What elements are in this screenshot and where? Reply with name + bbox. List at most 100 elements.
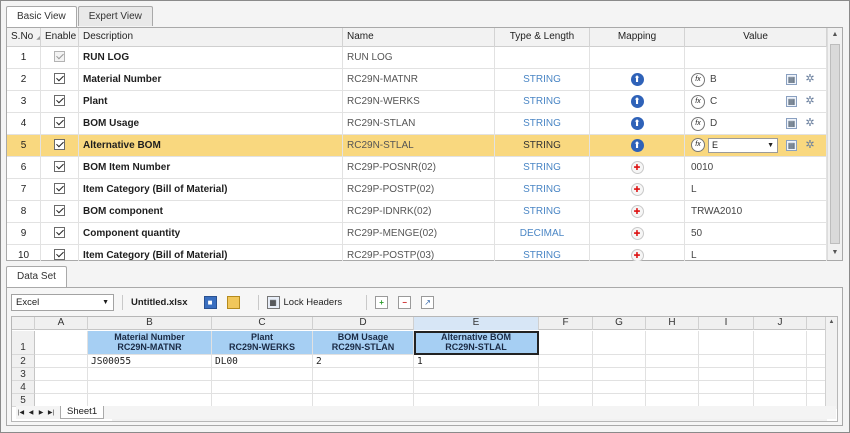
empty-cell[interactable]: [754, 368, 807, 381]
header-cell[interactable]: Material Number RC29N-MATNR: [88, 331, 212, 355]
column-header[interactable]: D: [313, 317, 414, 330]
row-value[interactable]: 50: [685, 223, 827, 244]
header-name[interactable]: Name: [343, 28, 495, 47]
prev-sheet-icon[interactable]: ◀: [26, 409, 36, 416]
empty-cell[interactable]: [754, 331, 807, 355]
formula-icon[interactable]: fx: [691, 94, 705, 109]
empty-cell[interactable]: [593, 381, 646, 394]
gear-icon[interactable]: ✲: [804, 139, 816, 151]
row-header[interactable]: 4: [12, 381, 35, 394]
sheet-tab[interactable]: Sheet1: [60, 406, 105, 419]
header-cell[interactable]: BOM Usage RC29N-STLAN: [313, 331, 414, 355]
empty-cell[interactable]: [35, 381, 88, 394]
pin-icon[interactable]: ✚: [630, 204, 644, 218]
table-row[interactable]: 2 Material Number RC29N-MATNR STRING ⬆ fx B ▦ ✲: [7, 69, 827, 91]
formula-icon[interactable]: fx: [691, 116, 705, 131]
empty-cell[interactable]: [539, 368, 593, 381]
enable-checkbox[interactable]: [54, 204, 65, 216]
formula-icon[interactable]: fx: [691, 72, 705, 87]
add-row-icon[interactable]: +: [375, 295, 389, 309]
row-value[interactable]: fx B ▦ ✲: [685, 69, 827, 90]
table-icon[interactable]: ▦: [786, 140, 797, 151]
gear-icon[interactable]: ✲: [804, 95, 816, 107]
empty-cell[interactable]: [593, 368, 646, 381]
empty-cell[interactable]: [593, 331, 646, 355]
row-header[interactable]: 1: [12, 331, 35, 355]
empty-cell[interactable]: [754, 355, 807, 368]
row-header[interactable]: 3: [12, 368, 35, 381]
up-arrow-icon[interactable]: ⬆: [630, 116, 644, 130]
column-header[interactable]: F: [539, 317, 593, 330]
row-value[interactable]: [685, 47, 827, 68]
empty-cell[interactable]: [313, 381, 414, 394]
column-header[interactable]: J: [754, 317, 807, 330]
save-icon[interactable]: ■: [203, 295, 217, 309]
empty-cell[interactable]: [646, 355, 699, 368]
empty-cell[interactable]: [35, 331, 88, 355]
enable-checkbox[interactable]: [54, 138, 65, 150]
source-type-select[interactable]: Excel ▼: [11, 293, 114, 311]
empty-cell[interactable]: [35, 368, 88, 381]
enable-checkbox[interactable]: [54, 94, 65, 106]
open-folder-icon[interactable]: [226, 295, 240, 309]
column-header[interactable]: I: [699, 317, 754, 330]
enable-checkbox[interactable]: [54, 226, 65, 238]
up-arrow-icon[interactable]: ⬆: [630, 138, 644, 152]
column-header[interactable]: G: [593, 317, 646, 330]
tab-basic-view[interactable]: Basic View: [6, 6, 77, 28]
column-header[interactable]: C: [212, 317, 313, 330]
row-value[interactable]: fx E ▼ ▦ ✲: [685, 135, 827, 156]
gear-icon[interactable]: ✲: [804, 117, 816, 129]
row-value[interactable]: fx C ▦ ✲: [685, 91, 827, 112]
table-row[interactable]: 6 BOM Item Number RC29P-POSNR(02) STRING ✚ 00…: [7, 157, 827, 179]
table-row[interactable]: 5 Alternative BOM RC29N-STLAL STRING ⬆ fx E ▼ ▦ ✲: [7, 135, 827, 157]
empty-cell[interactable]: [539, 381, 593, 394]
enable-checkbox[interactable]: [54, 248, 65, 260]
header-type[interactable]: Type & Length: [495, 28, 590, 47]
table-icon[interactable]: ▦: [786, 118, 797, 129]
column-header[interactable]: H: [646, 317, 699, 330]
export-icon[interactable]: ↗: [421, 295, 435, 309]
scroll-thumb[interactable]: [830, 44, 840, 244]
empty-cell[interactable]: [699, 331, 754, 355]
enable-checkbox[interactable]: [54, 160, 65, 172]
column-header[interactable]: E: [414, 317, 539, 330]
table-row[interactable]: 10 Item Category (Bill of Material) RC29P-…: [7, 245, 827, 261]
header-description[interactable]: Description: [79, 28, 343, 47]
data-cell[interactable]: 2: [313, 355, 414, 368]
header-cell[interactable]: Alternative BOM RC29N-STLAL: [414, 331, 539, 355]
column-header[interactable]: A: [35, 317, 88, 330]
empty-cell[interactable]: [699, 368, 754, 381]
up-arrow-icon[interactable]: ⬆: [630, 72, 644, 86]
select-all-corner[interactable]: [12, 317, 35, 330]
tab-expert-view[interactable]: Expert View: [77, 6, 153, 26]
empty-cell[interactable]: [414, 368, 539, 381]
header-enable[interactable]: Enable: [41, 28, 79, 47]
table-icon[interactable]: ▦: [786, 96, 797, 107]
scroll-down-icon[interactable]: ▼: [828, 246, 842, 260]
last-sheet-icon[interactable]: ▶|: [46, 409, 56, 416]
header-sno[interactable]: S.No ◢: [7, 28, 41, 47]
row-header[interactable]: 2: [12, 355, 35, 368]
next-sheet-icon[interactable]: ▶: [36, 409, 46, 416]
table-row[interactable]: 7 Item Category (Bill of Material) RC29P-P…: [7, 179, 827, 201]
lock-headers-button[interactable]: ▦ Lock Headers: [266, 295, 342, 309]
row-value[interactable]: L: [685, 179, 827, 200]
empty-cell[interactable]: [646, 331, 699, 355]
pin-icon[interactable]: ✚: [630, 248, 644, 261]
column-header[interactable]: B: [88, 317, 212, 330]
empty-cell[interactable]: [88, 381, 212, 394]
empty-cell[interactable]: [699, 355, 754, 368]
row-value[interactable]: 0010: [685, 157, 827, 178]
up-arrow-icon[interactable]: ⬆: [630, 94, 644, 108]
empty-cell[interactable]: [35, 355, 88, 368]
spreadsheet[interactable]: A B C D E F G H I J 1 Material Number RC29N-MATNR Pla…: [11, 316, 838, 422]
empty-cell[interactable]: [539, 355, 593, 368]
data-cell[interactable]: 1: [414, 355, 539, 368]
table-row[interactable]: 9 Component quantity RC29P-MENGE(02) DECIMA…: [7, 223, 827, 245]
sheet-vertical-scrollbar[interactable]: ▲: [825, 317, 837, 409]
table-row[interactable]: 8 BOM component RC29P-IDNRK(02) STRING ✚ TRWA…: [7, 201, 827, 223]
empty-cell[interactable]: [313, 368, 414, 381]
empty-cell[interactable]: [699, 381, 754, 394]
data-cell[interactable]: JS00055: [88, 355, 212, 368]
